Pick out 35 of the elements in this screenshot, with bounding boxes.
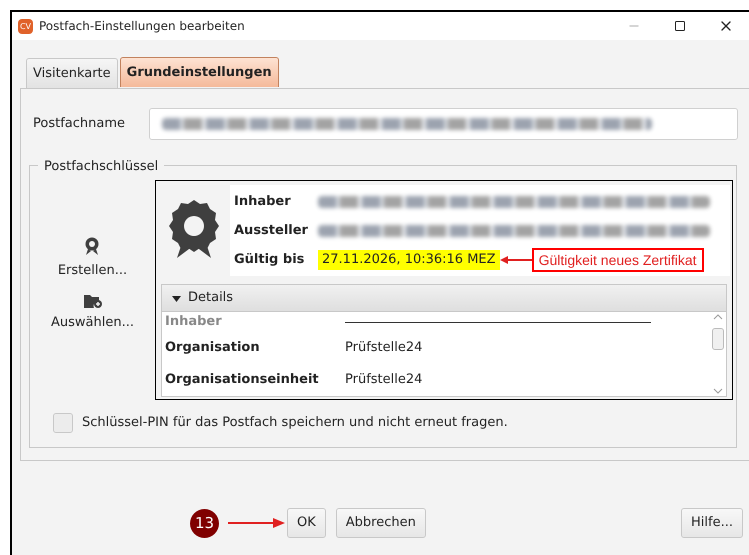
step-badge: 13 bbox=[190, 508, 219, 538]
window-title: Postfach-Einstellungen bearbeiten bbox=[39, 18, 245, 35]
dialog-button[interactable]: OK bbox=[287, 508, 326, 538]
details-header[interactable]: Details bbox=[162, 285, 726, 312]
certificate-label: Gültig bis bbox=[234, 250, 306, 269]
folder-plus-icon bbox=[82, 292, 102, 308]
tab[interactable]: Visitenkarte bbox=[26, 58, 118, 88]
certificate-label: Inhaber bbox=[234, 192, 292, 211]
checkbox-label: Schlüssel-PIN für das Postfach speichern und nicht erneut fragen. bbox=[82, 414, 508, 432]
maximize-icon bbox=[674, 20, 686, 32]
details-label: Organisation bbox=[165, 339, 261, 358]
certificate-label: Aussteller bbox=[234, 222, 309, 240]
details-section-title: Inhaber bbox=[165, 313, 223, 332]
scrollbar[interactable] bbox=[710, 312, 726, 396]
details-label: Organisationseinheit bbox=[165, 371, 320, 390]
scroll-down-icon bbox=[713, 388, 723, 394]
pointer-arrow bbox=[228, 518, 285, 528]
app-logo: CV bbox=[18, 18, 33, 34]
action-button[interactable]: Auswählen... bbox=[51, 292, 134, 332]
checkbox[interactable] bbox=[53, 413, 73, 433]
dialog-button[interactable]: Abbrechen bbox=[336, 508, 426, 538]
award-icon bbox=[84, 237, 100, 257]
details-value: Prüfstelle24 bbox=[345, 371, 422, 390]
tab[interactable]: Grundeinstellungen bbox=[120, 57, 279, 87]
input-field[interactable] bbox=[149, 108, 738, 140]
annotation-callout: Gültigkeit neues Zertifikat bbox=[532, 248, 704, 272]
scroll-thumb[interactable] bbox=[712, 328, 724, 350]
scroll-up-icon bbox=[713, 314, 723, 320]
caret-icon bbox=[172, 294, 181, 302]
annotation-arrow bbox=[500, 254, 532, 264]
field-label: Postfachname bbox=[32, 115, 126, 134]
action-button[interactable]: Erstellen... bbox=[58, 237, 128, 280]
dialog-button[interactable]: Hilfe... bbox=[681, 508, 743, 538]
validity-value: 27.11.2026, 10:36:16 MEZ bbox=[318, 250, 500, 270]
details-value: Prüfstelle24 bbox=[345, 339, 422, 358]
